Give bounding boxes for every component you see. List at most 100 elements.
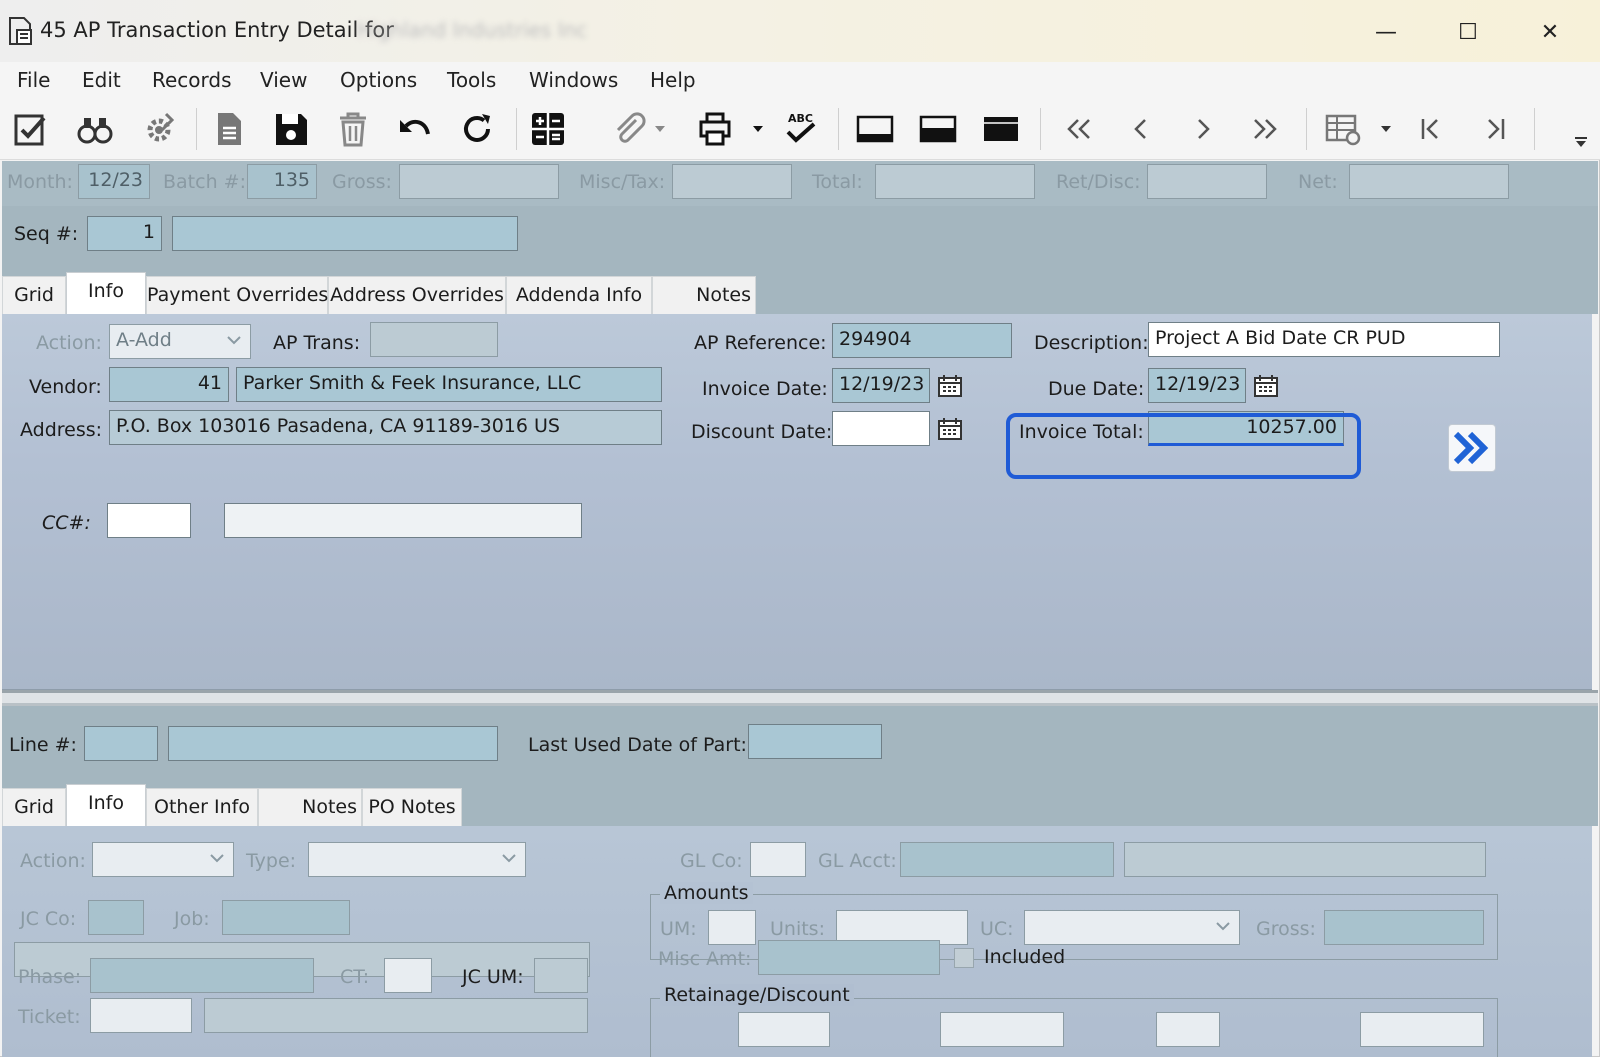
- ap-reference-field[interactable]: 294904: [832, 323, 1012, 358]
- gross-field[interactable]: [399, 164, 559, 199]
- due-date-calendar-icon[interactable]: [1248, 368, 1284, 403]
- layout-bottom-panel-icon[interactable]: [852, 106, 898, 152]
- last-record-icon[interactable]: [1242, 106, 1288, 152]
- menu-options[interactable]: Options: [340, 68, 417, 92]
- first-record-icon[interactable]: [1056, 106, 1102, 152]
- edit-record-icon[interactable]: [8, 106, 54, 152]
- included-checkbox[interactable]: [954, 948, 974, 968]
- tab-line-grid[interactable]: Grid: [2, 788, 66, 826]
- total-field[interactable]: [875, 164, 1035, 199]
- ticket-label: Ticket:: [18, 1006, 81, 1028]
- discount-date-calendar-icon[interactable]: [932, 411, 968, 446]
- line-description-field[interactable]: [168, 726, 498, 761]
- next-record-icon[interactable]: [1180, 106, 1226, 152]
- attachment-dropdown-icon[interactable]: [648, 106, 672, 152]
- printer-dropdown-icon[interactable]: [746, 106, 770, 152]
- line-field[interactable]: [84, 726, 158, 761]
- refresh-icon[interactable]: [454, 106, 500, 152]
- line-gross-field[interactable]: [1324, 910, 1484, 945]
- tab-line-notes[interactable]: Notes: [258, 788, 362, 826]
- jc-um-field[interactable]: [534, 958, 588, 993]
- vendor-label: Vendor:: [29, 376, 102, 398]
- ct-field[interactable]: [384, 958, 432, 993]
- save-icon[interactable]: [268, 106, 314, 152]
- attachment-icon[interactable]: [606, 106, 652, 152]
- seq-description-field[interactable]: [172, 216, 518, 251]
- month-field[interactable]: 12/23: [78, 164, 150, 199]
- layout-full-panel-icon[interactable]: [978, 106, 1024, 152]
- first-line-icon[interactable]: [1408, 106, 1454, 152]
- spellcheck-icon[interactable]: ABC: [778, 106, 824, 152]
- phase-field[interactable]: [90, 958, 314, 993]
- gl-co-field[interactable]: [750, 842, 806, 877]
- ticket-description-field[interactable]: [204, 998, 588, 1033]
- minimize-button[interactable]: —: [1356, 12, 1416, 52]
- job-field[interactable]: [222, 900, 350, 935]
- description-field[interactable]: Project A Bid Date CR PUD: [1148, 322, 1500, 357]
- tab-address-overrides[interactable]: Address Overrides: [328, 276, 506, 314]
- last-used-date-field[interactable]: [748, 724, 882, 759]
- undo-icon[interactable]: [392, 106, 438, 152]
- calculator-icon[interactable]: [525, 106, 571, 152]
- jc-co-field[interactable]: [88, 900, 144, 935]
- misc-tax-field[interactable]: [672, 164, 792, 199]
- grid-settings-dropdown-icon[interactable]: [1374, 106, 1398, 152]
- tab-addenda-info[interactable]: Addenda Info: [506, 276, 652, 314]
- close-button[interactable]: ✕: [1520, 12, 1580, 52]
- tab-po-notes[interactable]: PO Notes: [362, 788, 462, 826]
- due-date-field[interactable]: 12/19/23: [1148, 368, 1246, 403]
- net-field[interactable]: [1349, 164, 1509, 199]
- tab-line-info[interactable]: Info: [66, 784, 146, 826]
- menu-file[interactable]: File: [17, 68, 50, 92]
- seq-field[interactable]: 1: [87, 216, 162, 251]
- goto-lines-button[interactable]: [1448, 424, 1496, 472]
- menu-windows[interactable]: Windows: [529, 68, 618, 92]
- gl-acct-field[interactable]: [900, 842, 1114, 877]
- binoculars-icon[interactable]: [72, 106, 118, 152]
- ret-disc-field[interactable]: [1147, 164, 1267, 199]
- cc-field[interactable]: [107, 503, 191, 538]
- misc-amt-field[interactable]: [758, 940, 940, 975]
- line-type-select[interactable]: [308, 842, 526, 877]
- invoice-date-field[interactable]: 12/19/23: [832, 368, 930, 403]
- address-field[interactable]: P.O. Box 103016 Pasadena, CA 91189-3016 …: [109, 410, 662, 445]
- toolbar-overflow-icon[interactable]: [1568, 132, 1594, 152]
- cc-description-field[interactable]: [224, 503, 582, 538]
- menu-edit[interactable]: Edit: [82, 68, 121, 92]
- vendor-name-field[interactable]: Parker Smith & Feek Insurance, LLC: [236, 367, 662, 402]
- batch-field[interactable]: 135: [247, 164, 317, 199]
- action-select[interactable]: A-Add: [109, 324, 251, 359]
- maximize-button[interactable]: ☐: [1438, 12, 1498, 52]
- line-action-select[interactable]: [92, 842, 234, 877]
- last-line-icon[interactable]: [1472, 106, 1518, 152]
- tab-other-info[interactable]: Other Info: [146, 788, 258, 826]
- ticket-field[interactable]: [90, 998, 192, 1033]
- retainage-field-2[interactable]: [940, 1012, 1064, 1047]
- panel-splitter[interactable]: [2, 690, 1598, 706]
- vendor-id-field[interactable]: 41: [109, 367, 229, 402]
- invoice-date-calendar-icon[interactable]: [932, 368, 968, 403]
- tab-payment-overrides[interactable]: Payment Overrides: [146, 276, 328, 314]
- settings-gear-icon[interactable]: [136, 106, 182, 152]
- discount-date-field[interactable]: [832, 411, 930, 446]
- tab-notes[interactable]: Notes: [652, 276, 756, 314]
- menu-view[interactable]: View: [260, 68, 307, 92]
- retainage-field-3[interactable]: [1156, 1012, 1220, 1047]
- um-field[interactable]: [708, 910, 756, 945]
- uc-select[interactable]: [1024, 910, 1240, 945]
- ap-trans-field[interactable]: [370, 322, 498, 357]
- retainage-field-4[interactable]: [1360, 1012, 1484, 1047]
- gl-acct-description-field[interactable]: [1124, 842, 1486, 877]
- retainage-field-1[interactable]: [738, 1012, 830, 1047]
- grid-settings-icon[interactable]: [1320, 106, 1366, 152]
- new-document-icon[interactable]: [206, 106, 252, 152]
- printer-icon[interactable]: [692, 106, 738, 152]
- layout-split-panel-icon[interactable]: [915, 106, 961, 152]
- previous-record-icon[interactable]: [1118, 106, 1164, 152]
- tab-grid[interactable]: Grid: [2, 276, 66, 314]
- tab-info[interactable]: Info: [66, 272, 146, 314]
- menu-tools[interactable]: Tools: [447, 68, 496, 92]
- menu-records[interactable]: Records: [152, 68, 232, 92]
- delete-trash-icon[interactable]: [330, 106, 376, 152]
- menu-help[interactable]: Help: [650, 68, 696, 92]
